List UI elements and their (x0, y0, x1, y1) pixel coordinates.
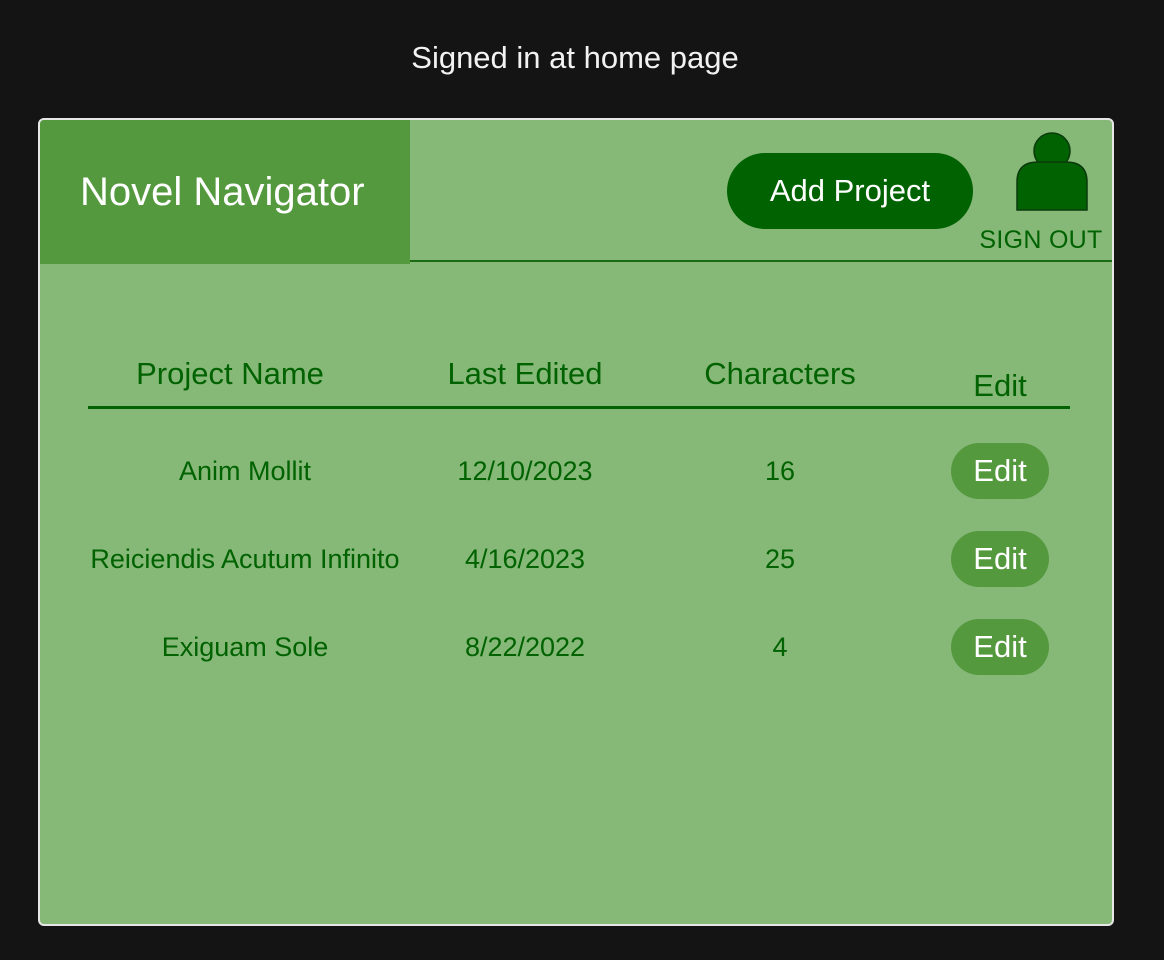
table-header: Project Name Last Edited Characters Edit (40, 356, 1112, 403)
column-header-characters: Characters (704, 356, 856, 391)
column-header-last-edited: Last Edited (447, 356, 603, 391)
characters-cell: 4 (772, 632, 788, 662)
project-name-cell: Anim Mollit (178, 456, 312, 486)
table-row: Reiciendis Acutum Infinito 4/16/2023 25 … (40, 531, 1112, 587)
sign-out-label: SIGN OUT (979, 226, 1103, 254)
last-edited-cell: 8/22/2022 (464, 632, 586, 662)
page-caption: Signed in at home page (411, 40, 739, 75)
table-row: Anim Mollit 12/10/2023 16 Edit (40, 443, 1112, 499)
column-header-edit: Edit (973, 368, 1027, 403)
header-divider (410, 260, 1112, 262)
app-window: Novel Navigator Add Project SIGN OUT Pro… (38, 118, 1114, 926)
edit-button[interactable]: Edit (951, 619, 1049, 675)
table-row: Exiguam Sole 8/22/2022 4 Edit (40, 619, 1112, 675)
characters-cell: 16 (764, 456, 796, 486)
project-name-cell: Exiguam Sole (161, 632, 329, 662)
edit-button[interactable]: Edit (951, 443, 1049, 499)
app-title: Novel Navigator (80, 169, 365, 214)
add-project-button[interactable]: Add Project (727, 153, 973, 229)
edit-button[interactable]: Edit (951, 531, 1049, 587)
table-header-divider (88, 406, 1070, 409)
user-icon (1016, 132, 1088, 211)
sign-out-button[interactable]: SIGN OUT (972, 132, 1110, 256)
last-edited-cell: 12/10/2023 (457, 456, 593, 486)
last-edited-cell: 4/16/2023 (464, 544, 586, 574)
column-header-project-name: Project Name (136, 356, 324, 391)
project-name-cell: Reiciendis Acutum Infinito (90, 544, 400, 574)
characters-cell: 25 (764, 544, 796, 574)
app-brand: Novel Navigator (40, 120, 410, 264)
